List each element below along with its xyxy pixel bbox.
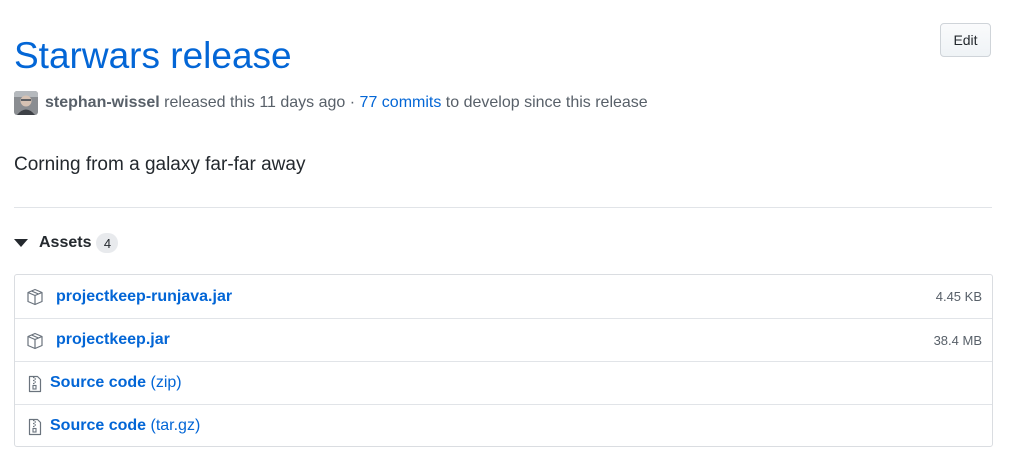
package-icon (25, 287, 45, 307)
asset-row: Source code (zip) (15, 361, 992, 404)
commits-suffix: to develop since this release (445, 94, 648, 111)
assets-toggle[interactable]: Assets 4 (14, 230, 119, 256)
asset-size: 4.45 KB (935, 289, 982, 304)
edit-button[interactable]: Edit (940, 23, 991, 57)
author-link[interactable]: stephan-wissel (45, 94, 160, 112)
released-text: released this 11 days ago · (164, 94, 356, 111)
release-page: Edit Starwars release stephan-wissel rel… (0, 0, 1011, 469)
asset-size: 38.4 MB (933, 332, 982, 348)
asset-row: Source code (tar.gz) (15, 404, 992, 447)
divider (14, 207, 992, 208)
release-title[interactable]: Starwars release (14, 33, 292, 79)
source-code-format: (zip) (150, 374, 182, 391)
file-zip-icon (25, 374, 45, 394)
source-code-targz-link[interactable]: Source code (tar.gz) (50, 417, 200, 435)
triangle-down-icon (14, 239, 28, 247)
avatar[interactable] (14, 91, 38, 115)
source-code-label: Source code (50, 417, 147, 434)
commits-link[interactable]: 77 commits (360, 94, 442, 112)
assets-count-badge: 4 (96, 233, 119, 253)
asset-link[interactable]: projectkeep-runjava.jar (56, 288, 232, 306)
release-body: Corning from a galaxy far-far away (14, 154, 306, 175)
file-zip-icon (25, 417, 45, 437)
asset-row: projectkeep.jar 38.4 MB (15, 318, 992, 361)
assets-label: Assets (39, 234, 92, 251)
asset-row: projectkeep-runjava.jar 4.45 KB (15, 275, 992, 318)
package-icon (25, 331, 45, 351)
source-code-format: (tar.gz) (150, 417, 201, 434)
source-code-zip-link[interactable]: Source code (zip) (50, 374, 182, 392)
source-code-label: Source code (50, 374, 147, 391)
asset-list: projectkeep-runjava.jar 4.45 KB projectk… (14, 274, 993, 447)
release-meta: stephan-wissel released this 11 days ago… (14, 90, 648, 116)
asset-link[interactable]: projectkeep.jar (56, 331, 170, 349)
